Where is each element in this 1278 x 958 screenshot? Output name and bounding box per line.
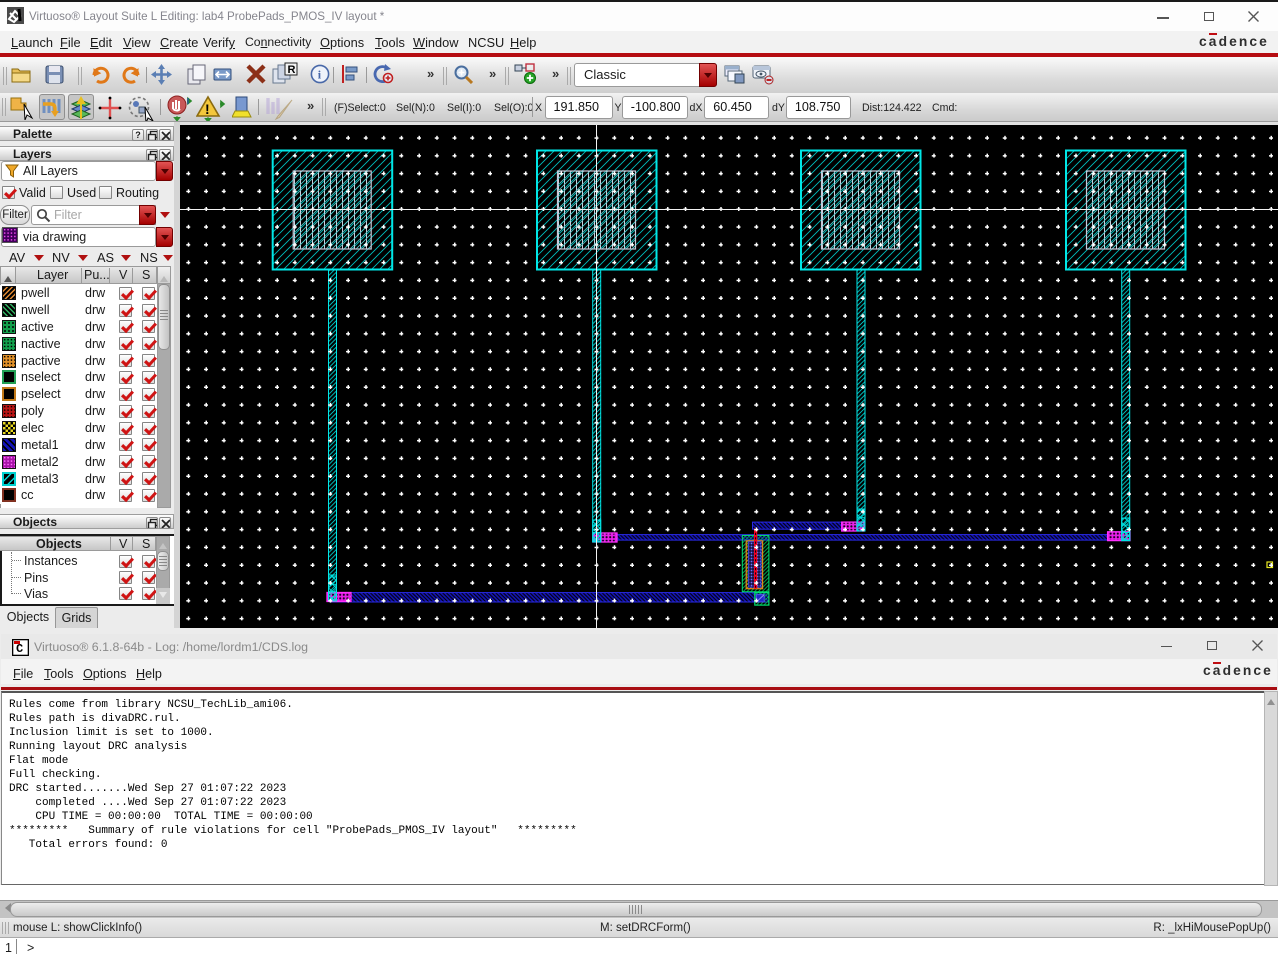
svg-text:C: C [16,642,23,656]
svg-text:R: R [288,64,296,76]
svg-text:!: ! [205,101,210,117]
